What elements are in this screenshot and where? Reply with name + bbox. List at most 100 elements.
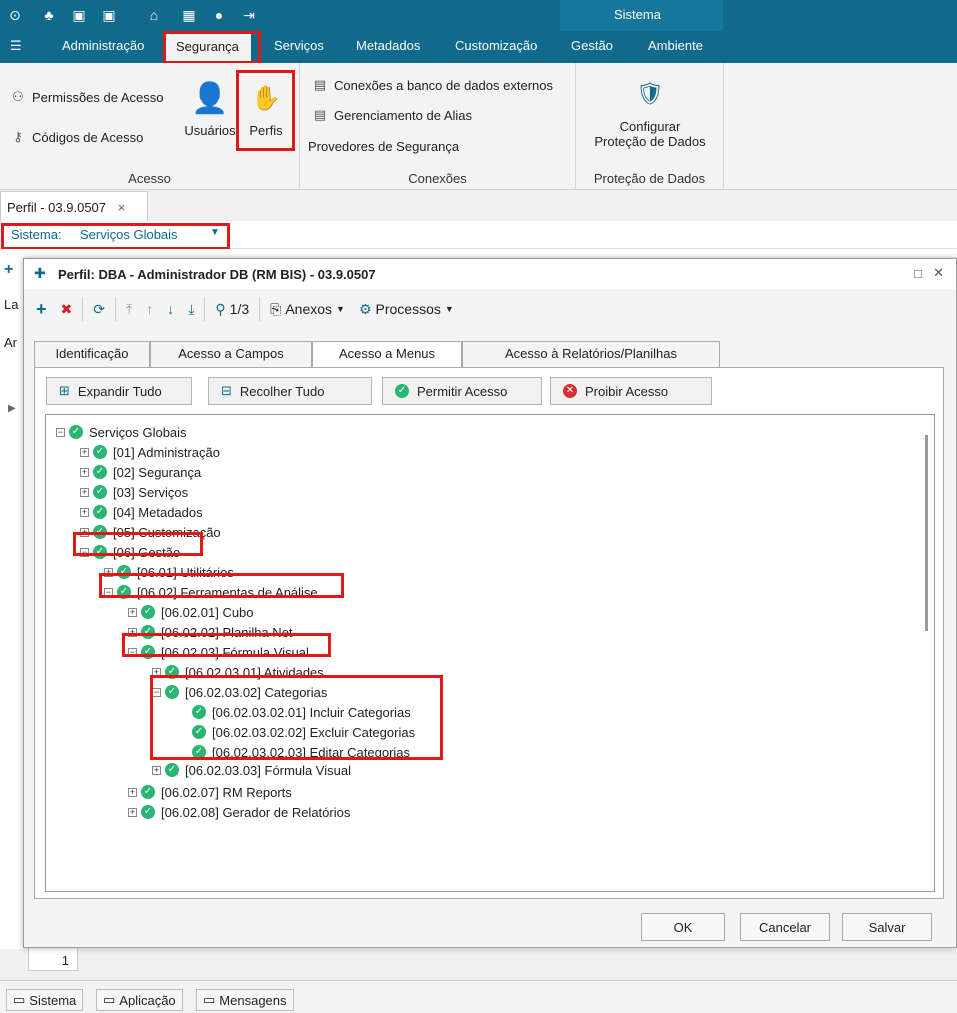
- allow-access-button[interactable]: ✓ Permitir Acesso: [382, 377, 542, 405]
- tree-node[interactable]: + ✓ [03] Serviços: [80, 483, 188, 501]
- tree-node[interactable]: + ✓ [04] Metadados: [80, 503, 203, 521]
- status-aplicacao-button[interactable]: ▭ Aplicação: [96, 989, 183, 1011]
- collapse-all-button[interactable]: ⊟ Recolher Tudo: [208, 377, 372, 405]
- add-icon[interactable]: +: [4, 261, 13, 279]
- collapse-node-icon[interactable]: −: [80, 547, 89, 557]
- chevron-down-icon[interactable]: ▼: [210, 227, 220, 238]
- app-menu-icon[interactable]: ☰: [10, 38, 22, 54]
- perfis-button[interactable]: ✋ Perfis: [242, 79, 290, 138]
- search-icon: ⚲: [215, 300, 226, 317]
- deny-access-button[interactable]: ✕ Proibir Acesso: [550, 377, 712, 405]
- home-icon[interactable]: ⌂: [145, 6, 163, 24]
- expand-node-icon[interactable]: +: [80, 487, 89, 497]
- configurar-protecao-button[interactable]: 🛡 Configurar Proteção de Dados: [586, 79, 714, 149]
- ok-button[interactable]: OK: [641, 913, 725, 941]
- expand-node-icon[interactable]: +: [80, 467, 89, 477]
- tree-node[interactable]: + ✓ [06.02.03.01] Atividades: [152, 663, 324, 681]
- expand-node-icon[interactable]: +: [128, 627, 137, 637]
- tree-node[interactable]: + ✓ [06.02.01] Cubo: [128, 603, 254, 621]
- menu-seguranca[interactable]: Segurança: [164, 33, 251, 63]
- status-sistema-button[interactable]: ▭ Sistema: [6, 989, 84, 1011]
- usuarios-button[interactable]: 👤 Usuários: [184, 79, 236, 138]
- org-chart-icon[interactable]: ♣: [40, 6, 58, 24]
- tree-node[interactable]: + ✓ [06.02.07] RM Reports: [128, 783, 292, 801]
- tree-node[interactable]: + ✓ [06.02.08] Gerador de Relatórios: [128, 803, 350, 821]
- codigos-button[interactable]: ⚷ Códigos de Acesso: [10, 129, 143, 145]
- tree-node[interactable]: + ✓ [02] Segurança: [80, 463, 201, 481]
- next-record-icon[interactable]: ↓: [163, 301, 178, 317]
- menu-tree[interactable]: − ✓ Serviços Globais + ✓ [01] Administração …: [45, 414, 935, 892]
- alias-db-icon: ▤: [313, 107, 327, 122]
- menu-metadados[interactable]: Metadados: [356, 38, 420, 53]
- tree-scrollbar[interactable]: [925, 435, 928, 631]
- prev-record-icon[interactable]: ↑: [142, 301, 157, 317]
- system-select[interactable]: Serviços Globais: [80, 227, 178, 242]
- permissoes-button[interactable]: ⚇ Permissões de Acesso: [10, 89, 163, 105]
- expand-node-icon[interactable]: +: [128, 807, 137, 817]
- tree-node[interactable]: + ✓ [01] Administração: [80, 443, 220, 461]
- tree-node[interactable]: + ✓ [06.02.02] Planilha Net: [128, 623, 293, 641]
- maximize-icon[interactable]: □: [914, 266, 922, 281]
- alias-button[interactable]: ▤ Gerenciamento de Alias: [312, 107, 472, 123]
- status-mensagens-button[interactable]: ▭ Mensagens: [196, 989, 294, 1011]
- exit-icon[interactable]: ⇥: [240, 6, 258, 24]
- tree-node[interactable]: − ✓ [06] Gestão: [80, 543, 180, 561]
- first-record-icon[interactable]: ⤒: [122, 301, 136, 318]
- conexoes-externas-button[interactable]: ▤ Conexões a banco de dados externos: [312, 77, 553, 93]
- tree-node[interactable]: − ✓ [06.02] Ferramentas de Análise: [104, 583, 318, 601]
- processos-menu[interactable]: ⚙ Processos ▼: [355, 301, 458, 318]
- search-button[interactable]: ⚲ 1/3: [211, 301, 253, 318]
- save-button[interactable]: Salvar: [842, 913, 932, 941]
- tree-node[interactable]: + ✓ [05] Customização: [80, 523, 221, 541]
- window-icon[interactable]: ▣: [70, 6, 88, 24]
- tree-node[interactable]: ✓ [06.02.03.02.01] Incluir Categorias: [192, 703, 411, 721]
- check-icon: ✓: [117, 565, 131, 579]
- tree-node[interactable]: − ✓ [06.02.03.02] Categorias: [152, 683, 327, 701]
- tree-node[interactable]: ✓ [06.02.03.02.03] Editar Categorias: [192, 743, 410, 761]
- expand-node-icon[interactable]: +: [128, 787, 137, 797]
- menu-ambiente[interactable]: Ambiente: [648, 38, 703, 53]
- refresh-icon[interactable]: ⟳: [89, 301, 109, 318]
- close-icon[interactable]: ✕: [933, 265, 944, 281]
- app-icon[interactable]: ⊙: [6, 6, 24, 24]
- tree-node[interactable]: − ✓ [06.02.03] Fórmula Visual: [128, 643, 309, 661]
- tab-acesso-menus[interactable]: Acesso a Menus: [312, 341, 462, 368]
- collapse-node-icon[interactable]: −: [104, 587, 113, 597]
- tab-acesso-campos[interactable]: Acesso a Campos: [150, 341, 312, 367]
- expand-node-icon[interactable]: +: [80, 507, 89, 517]
- document-tab[interactable]: Perfil - 03.9.0507 ×: [0, 191, 148, 221]
- expand-all-button[interactable]: ⊞ Expandir Tudo: [46, 377, 192, 405]
- close-tab-icon[interactable]: ×: [118, 200, 126, 215]
- menu-administracao[interactable]: Administração: [62, 38, 144, 53]
- delete-record-icon[interactable]: ✖: [57, 301, 77, 318]
- page-number[interactable]: 1: [28, 947, 78, 971]
- tab-acesso-relatorios[interactable]: Acesso à Relatórios/Planilhas: [462, 341, 720, 367]
- expand-node-icon[interactable]: +: [80, 527, 89, 537]
- tree-node[interactable]: + ✓ [06.01] Utilitários: [104, 563, 234, 581]
- collapse-node-icon[interactable]: −: [152, 687, 161, 697]
- tree-node[interactable]: − ✓ Serviços Globais: [56, 423, 187, 441]
- expand-node-icon[interactable]: +: [152, 667, 161, 677]
- expand-node-icon[interactable]: +: [80, 447, 89, 457]
- collapse-node-icon[interactable]: −: [128, 647, 137, 657]
- tab-identificacao[interactable]: Identificação: [34, 341, 150, 367]
- menu-customizacao[interactable]: Customização: [455, 38, 537, 53]
- provedores-button[interactable]: Provedores de Segurança: [308, 139, 459, 154]
- grid-icon[interactable]: ▦: [180, 6, 198, 24]
- globe-icon[interactable]: ●: [210, 6, 228, 24]
- expand-node-icon[interactable]: +: [104, 567, 113, 577]
- tree-node[interactable]: + ✓ [06.02.03.03] Fórmula Visual: [152, 761, 351, 779]
- expand-node-icon[interactable]: +: [152, 765, 161, 775]
- check-icon: ✓: [165, 763, 179, 777]
- database-icon: ▤: [313, 77, 327, 92]
- cancel-button[interactable]: Cancelar: [740, 913, 830, 941]
- menu-servicos[interactable]: Serviços: [274, 38, 324, 53]
- menu-gestao[interactable]: Gestão: [571, 38, 613, 53]
- tree-node[interactable]: ✓ [06.02.03.02.02] Excluir Categorias: [192, 723, 415, 741]
- last-record-icon[interactable]: ⤓: [184, 301, 198, 318]
- collapse-node-icon[interactable]: −: [56, 427, 65, 437]
- dropdown-window-icon[interactable]: ▣: [100, 6, 118, 24]
- expand-node-icon[interactable]: +: [128, 607, 137, 617]
- add-record-icon[interactable]: +: [32, 299, 51, 320]
- anexos-menu[interactable]: ⎘ Anexos ▼: [266, 301, 349, 318]
